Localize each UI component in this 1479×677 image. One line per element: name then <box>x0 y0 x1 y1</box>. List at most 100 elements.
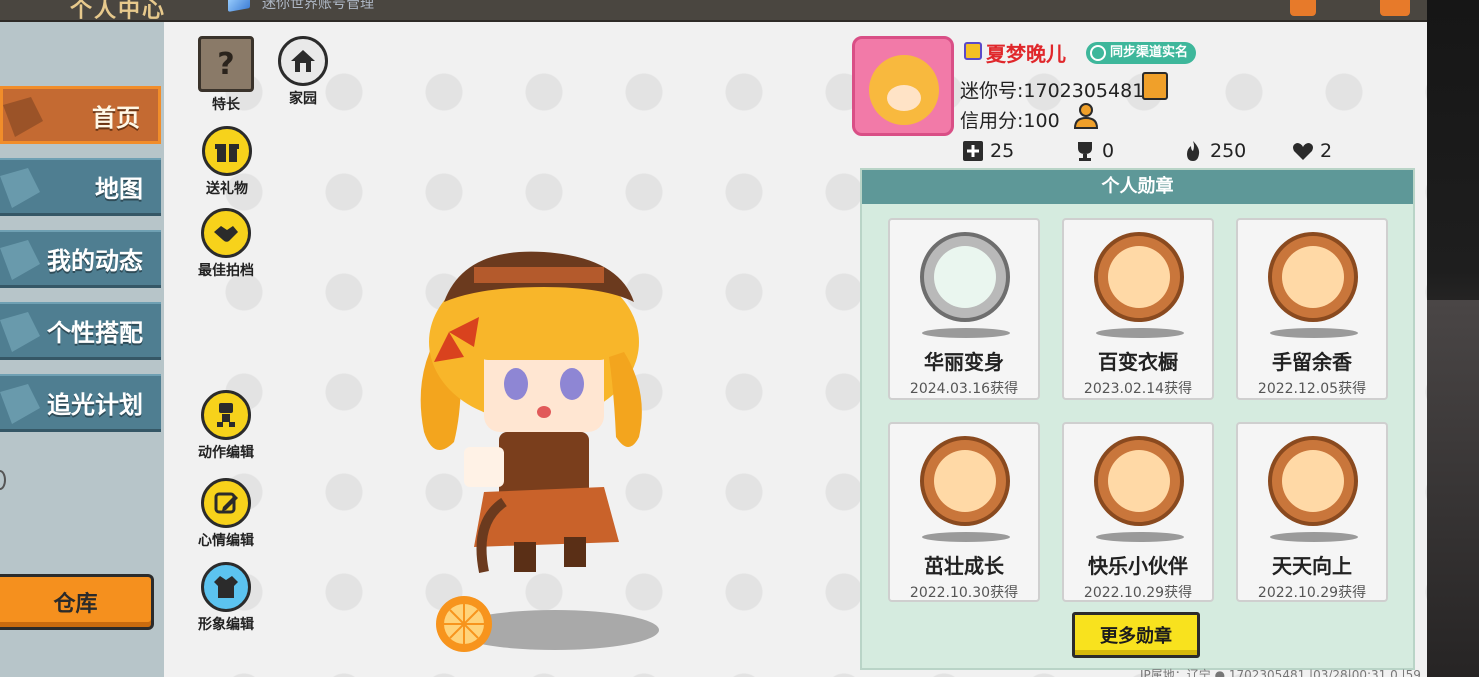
gift-button[interactable]: 送礼物 <box>202 126 252 198</box>
best-partner-label: 最佳拍档 <box>198 263 254 279</box>
stat-hearts-value: 2 <box>1320 140 1333 162</box>
sidebar-item-feed[interactable]: 我的动态 <box>0 230 161 288</box>
action-edit-label: 动作编辑 <box>198 445 254 461</box>
settings-icon[interactable] <box>1290 0 1316 16</box>
specialty-button[interactable]: ? 特长 <box>198 36 254 114</box>
sidebar-item-light-plan[interactable]: 追光计划 <box>0 374 161 432</box>
stat-add: 25 <box>962 140 1014 162</box>
medal-date: 2024.03.16获得 <box>909 381 1019 397</box>
stat-add-value: 25 <box>990 140 1015 162</box>
handshake-icon <box>201 208 251 258</box>
trophy-icon <box>1078 142 1092 161</box>
sidebar-item-label: 个性搭配 <box>47 319 143 347</box>
screen: 个人中心 迷你世界账号管理 首页 地图 我的动态 个性搭配 追光计划 仓库 ? … <box>0 0 1479 677</box>
mood-edit-button[interactable]: 心情编辑 <box>198 478 254 550</box>
medal-card[interactable]: 快乐小伙伴 2022.10.29获得 <box>1062 422 1214 602</box>
verified-user-icon <box>1090 45 1106 61</box>
stat-hearts: 2 <box>1292 140 1332 162</box>
image-edit-button[interactable]: 形象编辑 <box>198 562 254 634</box>
medal-name: 百变衣橱 <box>1098 350 1178 374</box>
medal-shadow <box>922 532 1010 542</box>
medal-date: 2022.10.29获得 <box>1257 585 1367 601</box>
medal-calendar-icon <box>1268 436 1358 526</box>
home-nav-icon <box>3 97 43 137</box>
credit-score: 信用分:100 <box>960 110 1060 132</box>
best-partner-button[interactable]: 最佳拍档 <box>198 208 254 280</box>
edit-icon <box>201 478 251 528</box>
house-icon <box>278 36 328 86</box>
hearts-icon <box>1293 143 1313 160</box>
page-title: 个人中心 <box>70 0 167 23</box>
main-panel: ? 特长 家园 送礼物 最佳拍档 动作编辑 心情编辑 形象编辑 夏梦晚儿 同步渠… <box>164 22 1427 677</box>
sidebar-item-outfit[interactable]: 个性搭配 <box>0 302 161 360</box>
stat-fire: 250 <box>1182 140 1246 162</box>
medal-name: 快乐小伙伴 <box>1088 554 1188 578</box>
medal-name: 华丽变身 <box>924 350 1004 374</box>
vip-badge-icon <box>964 42 982 60</box>
footer-info: IP属地：辽宁 ● 1702305481 |03/28|00:31.0 |59 <box>1140 668 1421 677</box>
medal-shadow <box>922 328 1010 338</box>
nickname: 夏梦晚儿 <box>986 42 1066 66</box>
sidebar-item-label: 地图 <box>95 175 143 203</box>
top-subtitle[interactable]: 迷你世界账号管理 <box>262 0 374 13</box>
medal-dino-icon <box>920 232 1010 322</box>
medal-date: 2022.10.30获得 <box>909 585 1019 601</box>
image-edit-label: 形象编辑 <box>198 617 254 633</box>
medal-card[interactable]: 茁壮成长 2022.10.30获得 <box>888 422 1040 602</box>
sidebar-item-label: 追光计划 <box>47 391 143 419</box>
avatar-face <box>869 55 939 125</box>
medal-plant-icon <box>1268 232 1358 322</box>
copy-icon[interactable] <box>1142 72 1168 100</box>
mini-id: 迷你号:1702305481 <box>960 80 1145 102</box>
gift-label: 送礼物 <box>206 181 248 197</box>
home-label: 家园 <box>289 91 317 107</box>
pose-icon <box>201 390 251 440</box>
medal-grow-icon <box>920 436 1010 526</box>
medal-name: 手留余香 <box>1272 350 1352 374</box>
fire-icon <box>1187 141 1200 161</box>
warehouse-button[interactable]: 仓库 <box>0 574 154 630</box>
medal-card[interactable]: 手留余香 2022.12.05获得 <box>1236 218 1388 400</box>
scroll-indicator <box>0 470 6 490</box>
question-icon: ? <box>198 36 254 92</box>
mood-edit-label: 心情编辑 <box>198 533 254 549</box>
close-icon[interactable] <box>1380 0 1410 16</box>
gift-icon <box>202 126 252 176</box>
medal-card[interactable]: 百变衣橱 2023.02.14获得 <box>1062 218 1214 400</box>
sidebar-item-label: 我的动态 <box>47 247 143 275</box>
specialty-label: 特长 <box>212 97 240 113</box>
medal-shadow <box>1270 532 1358 542</box>
medal-date: 2023.02.14获得 <box>1083 381 1193 397</box>
medal-card[interactable]: 天天向上 2022.10.29获得 <box>1236 422 1388 602</box>
cube-icon <box>228 0 250 12</box>
sidebar-item-map[interactable]: 地图 <box>0 158 161 216</box>
medal-date: 2022.10.29获得 <box>1083 585 1193 601</box>
map-nav-icon <box>0 168 40 208</box>
avatar[interactable] <box>852 36 954 136</box>
scene-building <box>1427 300 1479 677</box>
character-avatar[interactable] <box>404 232 674 652</box>
medal-panel: 个人勋章 华丽变身 2024.03.16获得 百变衣橱 2023.02.14获得… <box>860 168 1415 670</box>
credit-person-icon[interactable] <box>1072 102 1100 130</box>
plus-box-icon <box>963 141 983 161</box>
bell-nav-icon <box>0 240 40 280</box>
medal-shadow <box>1096 328 1184 338</box>
medal-shadow <box>1096 532 1184 542</box>
verify-badge[interactable]: 同步渠道实名 <box>1086 42 1197 64</box>
outfit-icon <box>201 562 251 612</box>
medal-name: 茁壮成长 <box>924 554 1004 578</box>
more-medals-button[interactable]: 更多勋章 <box>1072 612 1200 658</box>
sidebar-item-home[interactable]: 首页 <box>0 86 161 144</box>
medal-date: 2022.12.05获得 <box>1257 381 1367 397</box>
stat-trophy-value: 0 <box>1102 140 1115 162</box>
outfit-nav-icon <box>0 312 40 352</box>
medal-card[interactable]: 华丽变身 2024.03.16获得 <box>888 218 1040 400</box>
stat-fire-value: 250 <box>1210 140 1247 162</box>
home-button[interactable]: 家园 <box>278 36 328 108</box>
medal-wardrobe-icon <box>1094 232 1184 322</box>
verify-label: 同步渠道实名 <box>1110 45 1189 60</box>
light-plan-nav-icon <box>0 384 40 424</box>
stat-trophy: 0 <box>1074 140 1114 162</box>
medal-shadow <box>1270 328 1358 338</box>
action-edit-button[interactable]: 动作编辑 <box>198 390 254 462</box>
